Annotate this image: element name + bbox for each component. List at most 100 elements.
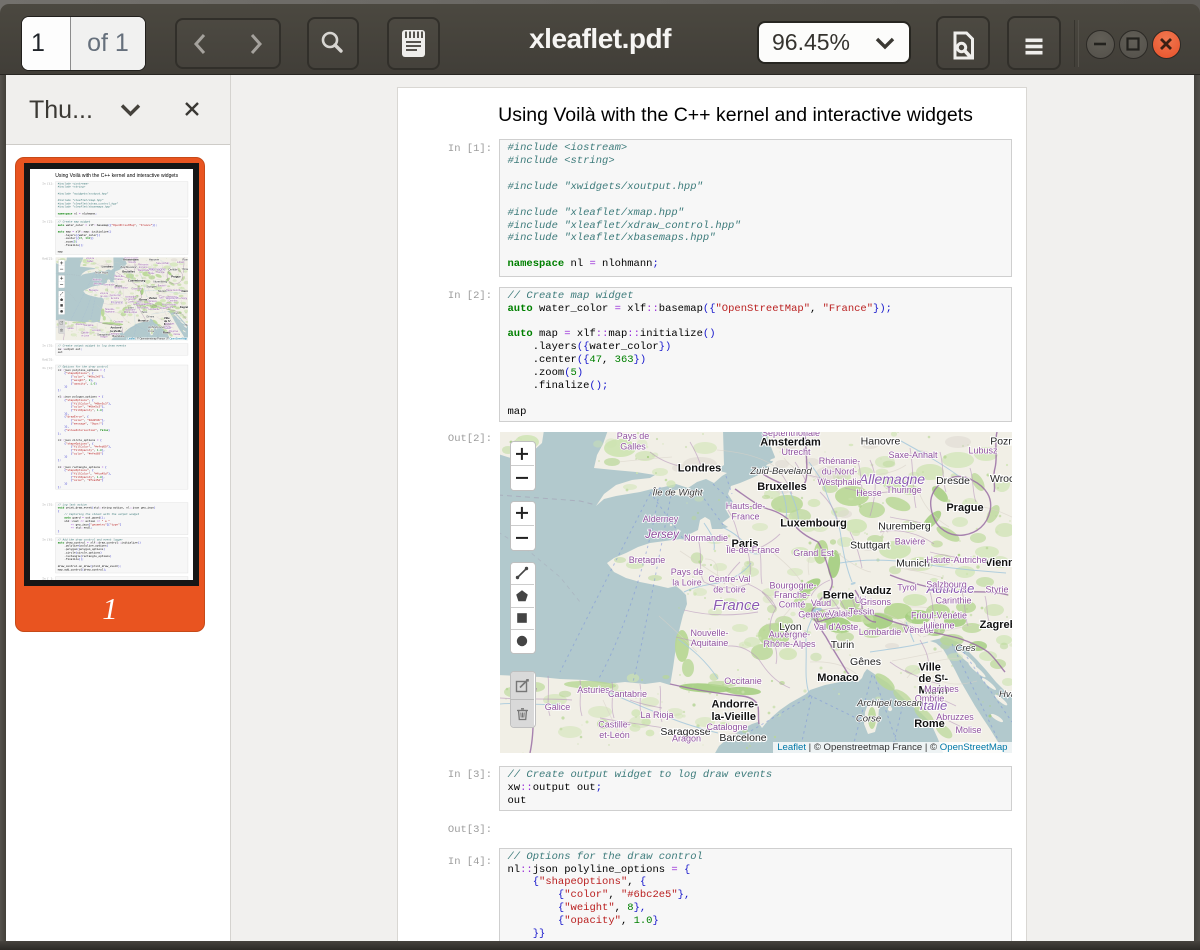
svg-text:Vaud: Vaud xyxy=(136,301,142,303)
svg-text:Salzbourg: Salzbourg xyxy=(926,579,967,589)
svg-text:Galice: Galice xyxy=(67,328,74,330)
svg-text:Vaud: Vaud xyxy=(810,598,830,608)
svg-text:Asturies: Asturies xyxy=(577,685,610,695)
svg-text:Carinthie: Carinthie xyxy=(935,595,971,605)
svg-text:Aquitaine: Aquitaine xyxy=(690,638,728,648)
svg-text:Pays de: Pays de xyxy=(670,567,703,577)
svg-text:Westphalie: Westphalie xyxy=(817,477,861,487)
svg-text:Corse: Corse xyxy=(855,713,880,724)
svg-text:Vienne: Vienne xyxy=(985,557,1012,569)
svg-text:France: France xyxy=(116,279,124,281)
svg-text:Grisons: Grisons xyxy=(859,597,891,607)
svg-text:Abruzzes: Abruzzes xyxy=(936,712,974,722)
svg-text:Haute-Autriche: Haute-Autriche xyxy=(926,555,986,565)
svg-text:Zuid-Beveland: Zuid-Beveland xyxy=(749,466,812,477)
svg-text:Île de Wight: Île de Wight xyxy=(652,487,702,498)
svg-text:Prague: Prague xyxy=(946,502,983,514)
svg-text:Marches: Marches xyxy=(924,684,959,694)
svg-text:Rhône-Alpes: Rhône-Alpes xyxy=(124,311,138,314)
svg-text:de Loire: de Loire xyxy=(111,298,120,300)
svg-text:Val d'Aoste: Val d'Aoste xyxy=(813,622,858,632)
svg-text:Île-de-France: Île-de-France xyxy=(113,286,128,289)
svg-text:Westphalie: Westphalie xyxy=(138,269,150,272)
svg-text:Hanovre: Hanovre xyxy=(860,435,900,447)
svg-text:Île de Wight: Île de Wight xyxy=(95,272,108,275)
svg-text:Utrecht: Utrecht xyxy=(781,447,811,457)
svg-text:Zagreb: Zagreb xyxy=(979,619,1011,631)
svg-text:Pays de: Pays de xyxy=(616,432,649,441)
svg-text:France: France xyxy=(111,299,124,304)
svg-text:Galles: Galles xyxy=(87,261,94,263)
svg-text:Comté: Comté xyxy=(128,301,136,304)
svg-text:Nouvelle-: Nouvelle- xyxy=(690,628,728,638)
svg-text:Pays de: Pays de xyxy=(100,293,109,295)
svg-text:Île-de-France: Île-de-France xyxy=(725,545,780,555)
svg-text:Hesse: Hesse xyxy=(856,488,882,498)
svg-text:Bavière: Bavière xyxy=(158,285,167,287)
svg-text:France: France xyxy=(713,597,760,614)
svg-text:Castille-: Castille- xyxy=(598,719,631,729)
svg-text:Grand Est: Grand Est xyxy=(793,548,834,558)
svg-text:Zagreb: Zagreb xyxy=(180,305,188,309)
svg-text:Rhône-Alpes: Rhône-Alpes xyxy=(763,639,816,649)
svg-text:Franche-: Franche- xyxy=(773,590,809,600)
svg-text:du-Nord-: du-Nord- xyxy=(821,466,857,476)
svg-text:Lombardie: Lombardie xyxy=(148,309,160,311)
svg-text:Occitanie: Occitanie xyxy=(114,320,124,323)
svg-text:Galice: Galice xyxy=(544,702,570,712)
svg-text:Vienne: Vienne xyxy=(181,289,188,293)
svg-text:Hvar: Hvar xyxy=(185,324,188,327)
svg-text:Cantabrie: Cantabrie xyxy=(607,689,646,699)
svg-text:Castille-: Castille- xyxy=(81,332,90,335)
svg-text:Centre-Val: Centre-Val xyxy=(110,294,121,297)
svg-text:Pays de: Pays de xyxy=(86,258,95,260)
svg-text:Val d'Aoste: Val d'Aoste xyxy=(137,306,149,309)
svg-text:Lubusz: Lubusz xyxy=(177,262,185,264)
svg-text:Auvergne-: Auvergne- xyxy=(768,629,810,639)
svg-text:Molise: Molise xyxy=(955,725,981,735)
svg-text:Abruzzes: Abruzzes xyxy=(169,330,179,333)
svg-text:Styrie: Styrie xyxy=(181,297,188,300)
svg-text:Wroclaw: Wroclaw xyxy=(989,473,1011,485)
svg-text:Cres: Cres xyxy=(955,643,975,654)
svg-text:Archipel toscan: Archipel toscan xyxy=(856,698,922,709)
svg-text:Frioul-Vénétie: Frioul-Vénétie xyxy=(162,303,177,306)
svg-text:Aragon: Aragon xyxy=(671,733,700,743)
svg-text:Archipel toscan: Archipel toscan xyxy=(147,326,165,329)
svg-text:Stuttgart: Stuttgart xyxy=(146,284,156,288)
svg-text:Rhénanie-: Rhénanie- xyxy=(818,456,860,466)
svg-text:Occitanie: Occitanie xyxy=(724,676,762,686)
svg-text:Gênes: Gênes xyxy=(146,314,155,318)
svg-text:Turin: Turin xyxy=(141,310,148,314)
svg-text:Thuringe: Thuringe xyxy=(156,272,166,274)
svg-text:la Loire: la Loire xyxy=(100,296,108,298)
svg-text:Hvar: Hvar xyxy=(998,689,1011,700)
svg-text:du-Nord-: du-Nord- xyxy=(139,267,148,269)
svg-text:Nuremberg: Nuremberg xyxy=(878,520,931,532)
svg-text:Londres: Londres xyxy=(102,264,114,268)
svg-text:Tessin: Tessin xyxy=(146,303,153,305)
svg-text:Monaco: Monaco xyxy=(138,319,149,323)
svg-text:la Loire: la Loire xyxy=(672,577,702,587)
svg-text:Hesse: Hesse xyxy=(148,273,155,275)
svg-text:Ville: Ville xyxy=(918,661,940,673)
svg-text:Luxembourg: Luxembourg xyxy=(780,517,847,529)
svg-text:et-León: et-León xyxy=(81,334,90,337)
svg-text:Hanovre: Hanovre xyxy=(149,257,160,261)
svg-text:Genève: Genève xyxy=(798,609,830,619)
svg-text:Monaco: Monaco xyxy=(817,672,859,684)
svg-text:Aragon: Aragon xyxy=(100,335,108,338)
svg-text:Bretagne: Bretagne xyxy=(628,555,665,565)
svg-text:Comté: Comté xyxy=(778,599,805,609)
svg-text:Gênes: Gênes xyxy=(850,656,881,668)
svg-text:Hauts-de-: Hauts-de- xyxy=(114,275,124,278)
svg-text:Frioul-Vénétie: Frioul-Vénétie xyxy=(910,610,966,620)
svg-text:Galles: Galles xyxy=(620,441,646,451)
svg-text:Lombardie: Lombardie xyxy=(858,627,901,637)
svg-text:Carinthie: Carinthie xyxy=(168,299,178,302)
svg-text:Dresde: Dresde xyxy=(936,475,970,487)
svg-text:Molise: Molise xyxy=(174,334,181,336)
svg-text:Bourgogne-: Bourgogne- xyxy=(769,580,816,590)
svg-text:Bruxelles: Bruxelles xyxy=(122,269,135,273)
svg-text:julienne: julienne xyxy=(922,620,954,630)
